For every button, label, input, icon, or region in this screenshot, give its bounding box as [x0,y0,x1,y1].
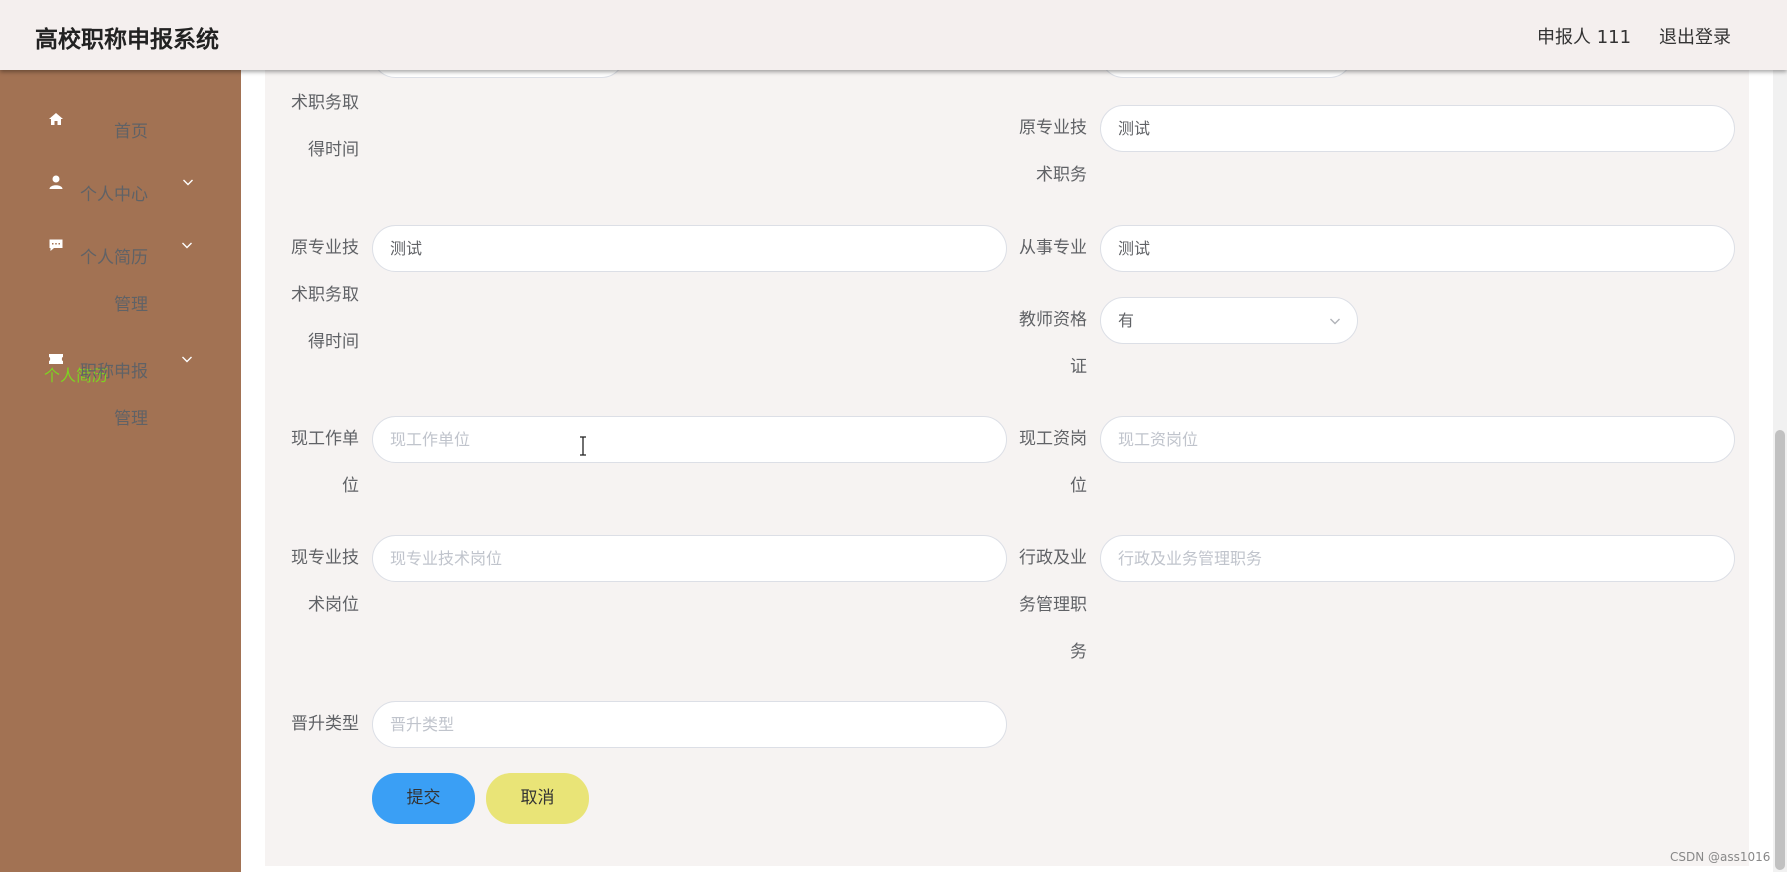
teacher-certificate-select[interactable]: 有 [1100,297,1358,344]
sidebar-item-label: 个人简历管理 [80,248,148,315]
field-label: 从事专业 [1019,238,1087,258]
sidebar-item-label: 职称申报管理 [80,362,148,429]
ticket-icon [49,354,63,364]
logout-button[interactable]: 退出登录 [1659,23,1731,49]
promotion-type-input[interactable]: 晋升类型 [372,701,1007,748]
field-label: 术职务取得时间 [291,93,359,160]
chevron-down-icon [182,242,192,249]
field-label: 原专业技术职务取得时间 [291,238,359,352]
sidebar-item-resume-management[interactable]: 个人简历管理 [0,226,241,315]
sidebar: 首页 个人中心 个人简历管理 个人简历 职称申报管理 [0,70,241,872]
field-label: 教师资格证 [1019,310,1087,377]
watermark: CSDN @ass1016 [1670,850,1771,864]
current-user-label: 申报人 111 [1537,27,1632,48]
sidebar-item-label: 个人中心 [80,185,148,205]
administrative-duty-input[interactable]: 行政及业务管理职务 [1100,535,1735,582]
original-position-date-input[interactable]: 测试 [372,225,1007,272]
chevron-down-icon [1330,318,1340,325]
sidebar-item-label: 首页 [114,122,148,142]
specialty-input[interactable]: 测试 [1100,225,1735,272]
scrollbar-thumb[interactable] [1775,430,1785,870]
field-label: 原专业技术职务 [1019,118,1087,185]
chevron-down-icon [183,179,193,186]
original-technical-position-input[interactable]: 测试 [1100,105,1735,152]
current-salary-position-input[interactable]: 现工资岗位 [1100,416,1735,463]
field-label: 行政及业务管理职务 [1019,548,1087,662]
comment-icon [49,239,63,251]
cancel-button[interactable]: 取消 [486,773,589,824]
sidebar-item-title-application[interactable]: 职称申报管理 [0,340,241,429]
submit-button[interactable]: 提交 [372,773,475,824]
chevron-down-icon [182,356,192,363]
sidebar-item-home[interactable]: 首页 [0,100,241,142]
current-workplace-input[interactable]: 现工作单位 [372,416,1007,463]
top-header: 高校职称申报系统 申报人 111 退出登录 [0,0,1787,70]
app-title: 高校职称申报系统 [35,27,219,53]
home-icon [49,113,63,125]
field-label: 现工资岗位 [1019,429,1087,496]
user-icon [49,175,63,189]
field-label: 现工作单位 [291,429,359,496]
field-label: 晋升类型 [291,714,359,734]
select-value: 有 [1118,311,1135,330]
field-label: 现专业技术岗位 [291,548,359,615]
text-cursor-icon [580,436,586,456]
current-technical-position-input[interactable]: 现专业技术岗位 [372,535,1007,582]
sidebar-item-personal-center[interactable]: 个人中心 [0,163,241,205]
